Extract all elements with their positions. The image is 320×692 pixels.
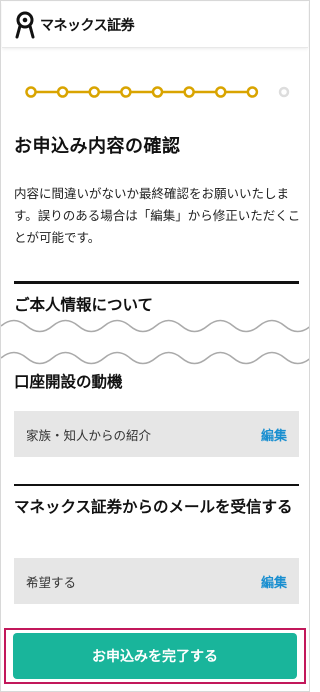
mobile-frame: マネックス証券 お申込み内容の確認 内容に間違いがないか最終確認をお願いいたしま… xyxy=(0,0,310,692)
motivation-value-row: 家族・知人からの紹介 編集 xyxy=(14,411,299,457)
progress-step-pending xyxy=(278,86,290,98)
progress-step-complete xyxy=(88,86,100,98)
progress-step-complete xyxy=(151,86,164,98)
content-omitted-wave-top xyxy=(1,319,309,333)
progress-step-complete xyxy=(25,86,37,98)
edit-motivation-link[interactable]: 編集 xyxy=(261,425,287,444)
app-header: マネックス証券 xyxy=(2,2,308,48)
complete-application-button[interactable]: お申込みを完了する xyxy=(13,633,297,679)
content-omitted-wave-bottom xyxy=(1,351,309,365)
page-description: 内容に間違いがないか最終確認をお願いいたします。誤りのある場合は「編集」から修正… xyxy=(14,186,301,245)
motivation-value: 家族・知人からの紹介 xyxy=(26,427,152,443)
section-heading-motivation: 口座開設の動機 xyxy=(14,373,123,391)
section-divider xyxy=(14,484,299,486)
email-value: 希望する xyxy=(26,574,77,590)
step-progress xyxy=(25,84,293,100)
brand-name[interactable]: マネックス証券 xyxy=(40,15,135,35)
edit-email-link[interactable]: 編集 xyxy=(261,572,287,591)
progress-step-complete xyxy=(56,86,69,98)
cta-highlight: お申込みを完了する xyxy=(4,628,306,684)
progress-step-complete xyxy=(183,86,195,98)
section-divider xyxy=(14,281,299,284)
progress-step-complete xyxy=(120,86,132,98)
email-value-row: 希望する 編集 xyxy=(14,558,299,604)
page-title: お申込み内容の確認 xyxy=(14,136,181,157)
section-heading-email: マネックス証券からのメールを受信する xyxy=(14,498,293,516)
progress-step-complete xyxy=(246,86,259,98)
progress-step-complete xyxy=(215,86,227,98)
monex-logo-icon xyxy=(14,11,36,39)
